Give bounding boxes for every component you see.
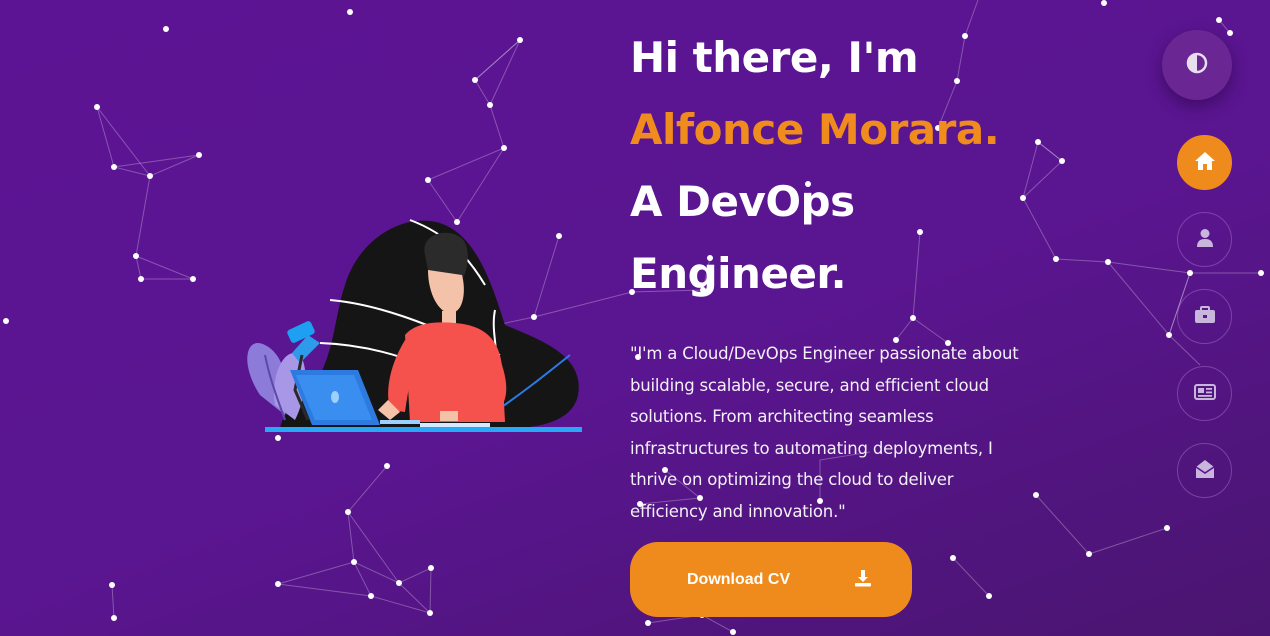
contrast-icon (1186, 52, 1208, 78)
developer-illustration (247, 219, 582, 432)
download-cv-button[interactable]: Download CV (630, 542, 912, 617)
nav-contact-button[interactable] (1177, 443, 1232, 498)
nav-blog-button[interactable] (1177, 366, 1232, 421)
greeting-text: Hi there, I'm (630, 33, 919, 82)
newspaper-icon (1193, 383, 1216, 405)
download-cv-label: Download CV (687, 570, 791, 588)
nav-about-button[interactable] (1177, 212, 1232, 267)
hero-section: Hi there, I'm Alfonce Morara. A DevOps E… (630, 22, 1040, 528)
intro-paragraph: "I'm a Cloud/DevOps Engineer passionate … (630, 344, 1019, 521)
download-icon (854, 569, 872, 591)
nav-portfolio-button[interactable] (1177, 289, 1232, 344)
name-text: Alfonce Morara. (630, 105, 1000, 154)
briefcase-icon (1194, 305, 1216, 328)
theme-toggle-button[interactable] (1162, 30, 1232, 100)
user-icon (1196, 228, 1214, 252)
home-icon (1194, 151, 1216, 175)
envelope-open-icon (1195, 459, 1215, 483)
hero-heading: Hi there, I'm Alfonce Morara. A DevOps E… (630, 22, 1040, 310)
role-text: A DevOps Engineer. (630, 177, 855, 298)
nav-home-button[interactable] (1177, 135, 1232, 190)
side-navigation (1177, 135, 1232, 520)
